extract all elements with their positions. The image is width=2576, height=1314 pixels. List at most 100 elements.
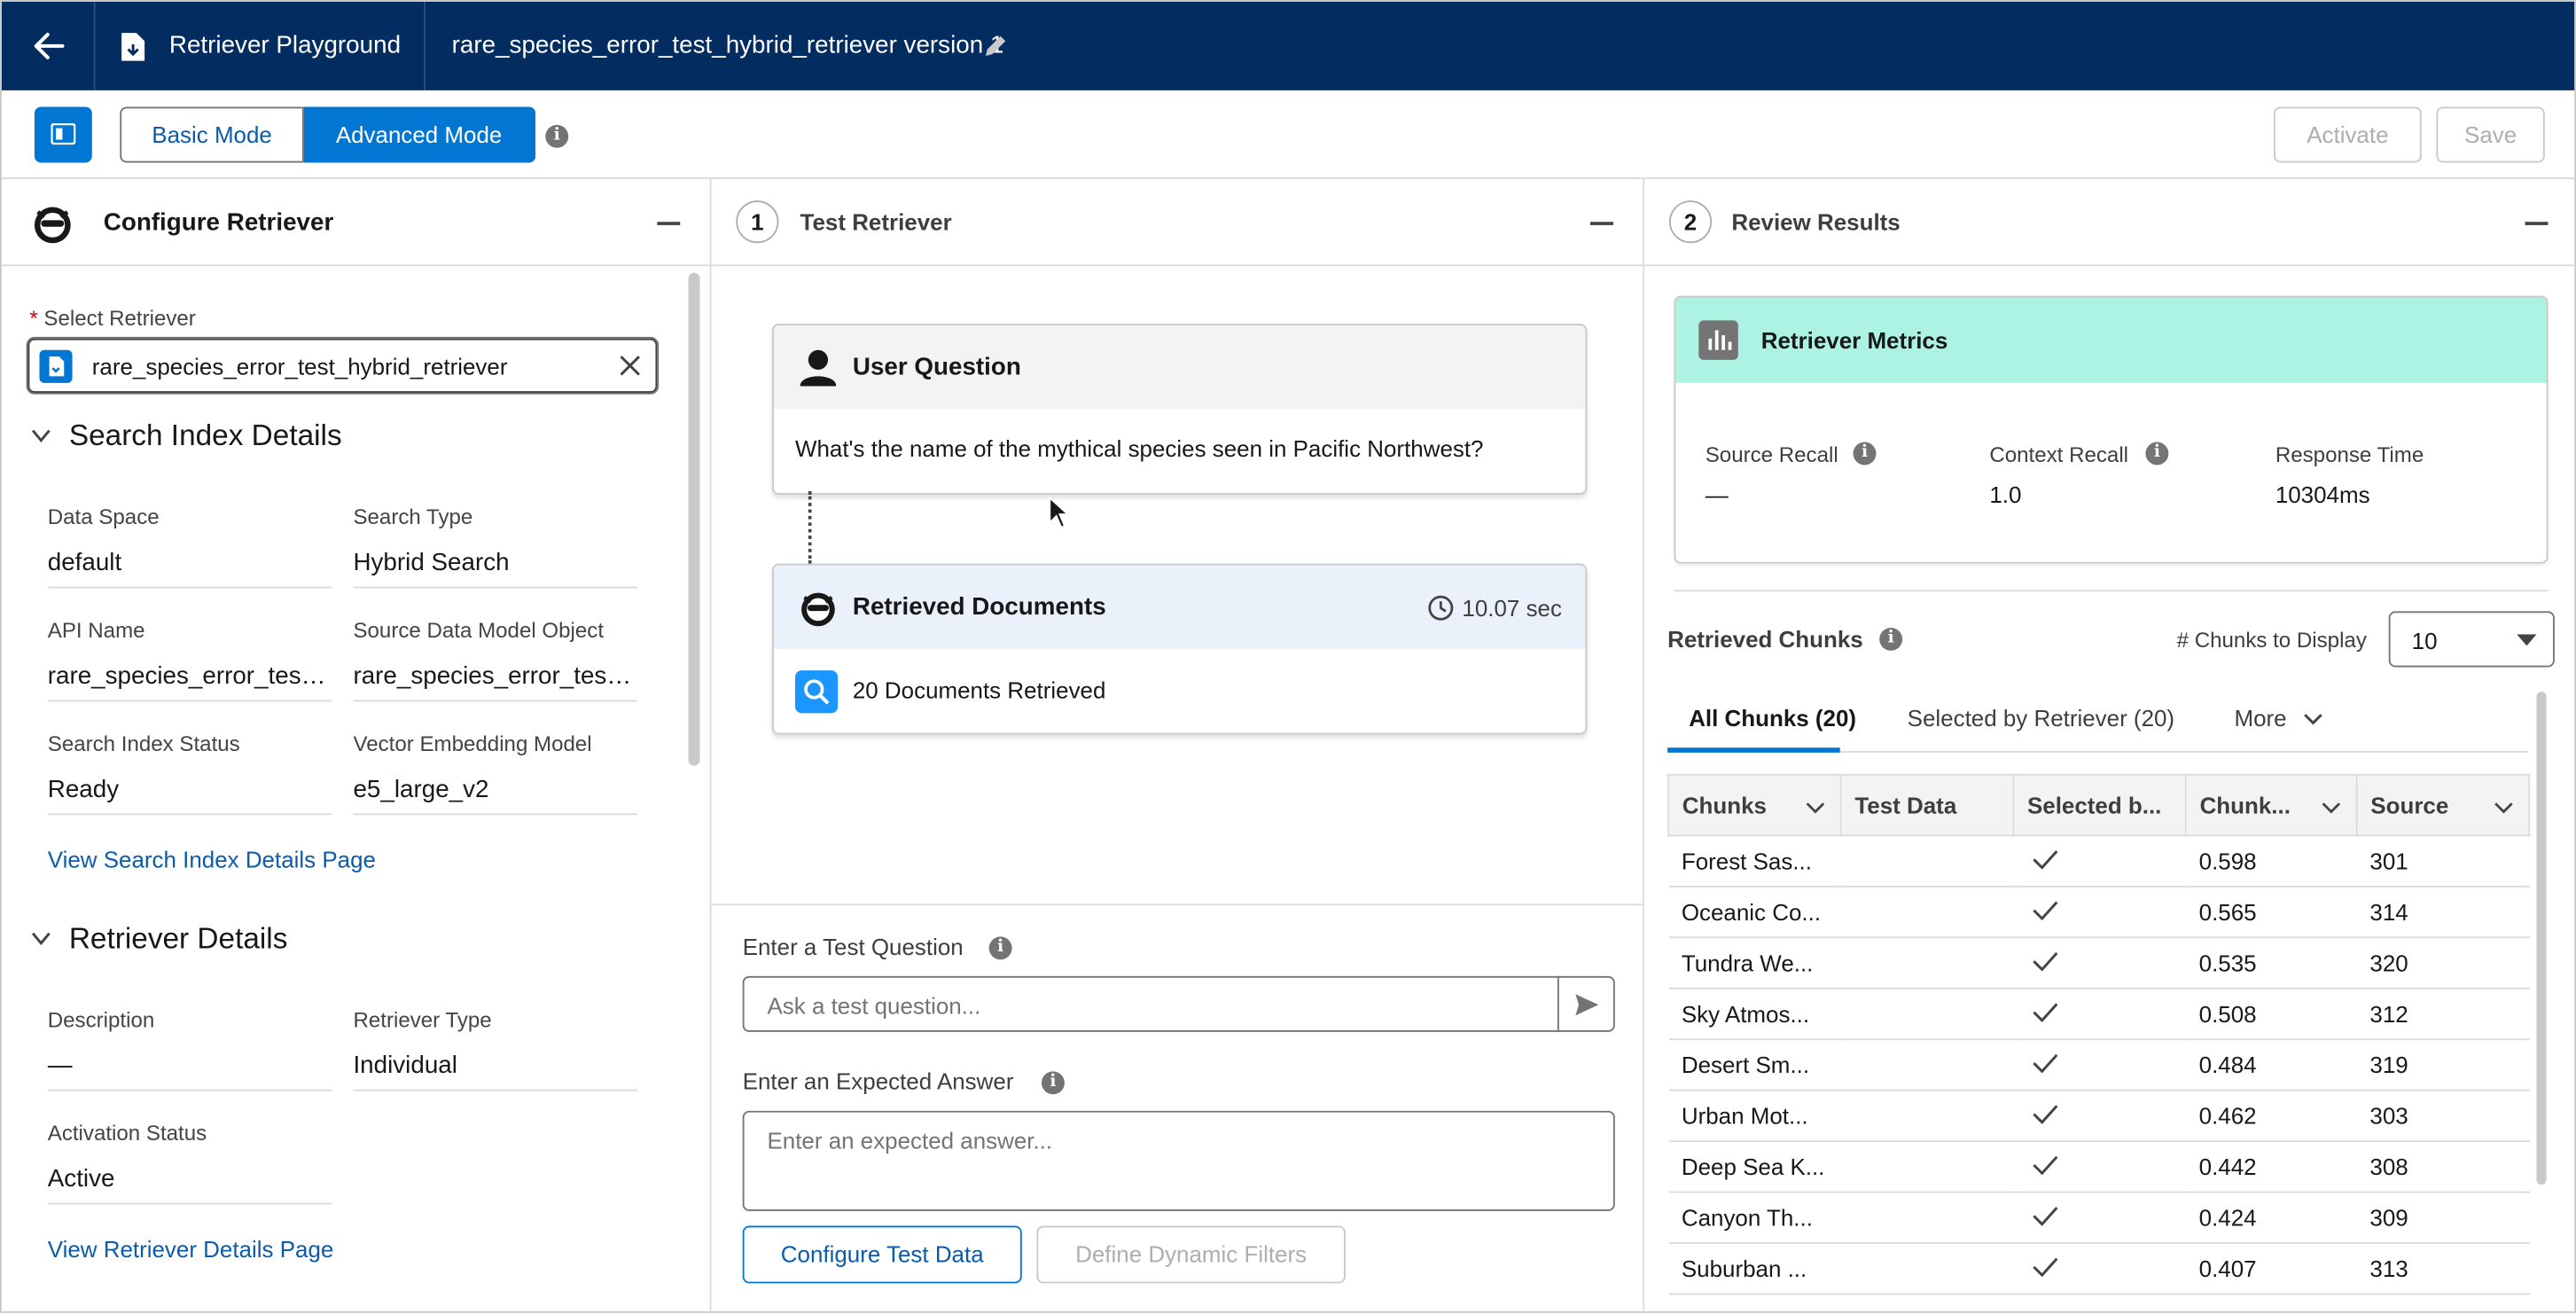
header-divider bbox=[93, 1, 96, 90]
collapse-icon[interactable] bbox=[1589, 222, 1613, 225]
configure-retriever-panel: Configure Retriever * Select Retriever r… bbox=[1, 179, 712, 1311]
table-row[interactable]: Suburban ... 0.407 313 bbox=[1668, 1243, 2530, 1295]
info-icon[interactable]: i bbox=[1853, 442, 1877, 465]
search-type-label: Search Type bbox=[353, 504, 473, 529]
data-space-value: default bbox=[47, 549, 332, 589]
info-icon[interactable]: i bbox=[545, 124, 569, 148]
chunk-score-cell: 0.424 bbox=[2185, 1192, 2357, 1244]
send-button[interactable] bbox=[1557, 975, 1615, 1032]
scrollbar-thumb[interactable] bbox=[2536, 692, 2547, 1185]
table-row[interactable]: Urban Mot... 0.462 303 bbox=[1668, 1090, 2530, 1143]
save-button[interactable]: Save bbox=[2436, 106, 2545, 163]
selected-cell bbox=[2013, 886, 2186, 939]
advanced-mode-button[interactable]: Advanced Mode bbox=[303, 106, 536, 163]
panel-title: Test Retriever bbox=[800, 208, 952, 236]
chunks-scrollbar[interactable] bbox=[2533, 689, 2550, 1311]
table-row[interactable]: Desert Sm... 0.484 319 bbox=[1668, 1039, 2530, 1091]
test-data-cell bbox=[1840, 886, 2014, 939]
retrieved-documents-card: Retrieved Documents 10.07 sec 20 Documen… bbox=[772, 563, 1588, 735]
selected-cell bbox=[2013, 1192, 2186, 1244]
table-row[interactable]: Deep Sea K... 0.442 308 bbox=[1668, 1141, 2530, 1193]
chevron-down-icon[interactable] bbox=[29, 927, 52, 950]
checkmark-icon bbox=[2032, 951, 2057, 972]
user-question-text: What's the name of the mythical species … bbox=[794, 435, 1484, 462]
chunks-display-select[interactable]: 10 bbox=[2388, 611, 2555, 668]
chunk-score-cell: 0.508 bbox=[2185, 988, 2357, 1041]
checkmark-icon bbox=[2032, 1053, 2057, 1074]
metrics-header: Retriever Metrics bbox=[1675, 297, 2547, 383]
api-name-label: API Name bbox=[47, 617, 145, 643]
card-connector bbox=[808, 491, 812, 564]
chevron-down-icon[interactable] bbox=[1806, 797, 1825, 817]
header-divider bbox=[424, 1, 426, 90]
chunk-score-cell: 0.535 bbox=[2185, 937, 2357, 989]
chevron-down-icon bbox=[2517, 634, 2537, 646]
configure-test-data-button[interactable]: Configure Test Data bbox=[742, 1225, 1022, 1284]
column-header-chunk-score[interactable]: Chunk... bbox=[2184, 773, 2358, 837]
column-header-test-data[interactable]: Test Data bbox=[1839, 773, 2015, 837]
mouse-cursor-icon bbox=[1049, 496, 1071, 529]
document-icon bbox=[121, 33, 145, 61]
test-question-input[interactable]: Ask a test question... bbox=[742, 975, 1561, 1032]
retriever-details-link[interactable]: View Retriever Details Page bbox=[48, 1236, 334, 1263]
basic-mode-button[interactable]: Basic Mode bbox=[120, 106, 304, 163]
chevron-down-icon[interactable] bbox=[29, 424, 52, 447]
info-icon[interactable]: i bbox=[988, 936, 1012, 960]
test-data-cell bbox=[1840, 835, 2014, 888]
column-header-source[interactable]: Source bbox=[2355, 773, 2531, 837]
step-number: 1 bbox=[736, 200, 779, 244]
table-row[interactable]: Canyon Th... 0.424 309 bbox=[1668, 1192, 2530, 1244]
chunks-display-label: # Chunks to Display bbox=[2176, 627, 2367, 653]
close-icon[interactable] bbox=[620, 355, 641, 376]
index-status-label: Search Index Status bbox=[47, 731, 240, 756]
source-dmo-value: rare_species_error_test_chunk bbox=[353, 662, 638, 702]
review-results-panel: 2 Review Results Retriever Metrics Sourc… bbox=[1644, 179, 2575, 1311]
tab-selected-by-retriever[interactable]: Selected by Retriever (20) bbox=[1908, 705, 2174, 731]
collapse-icon[interactable] bbox=[2525, 222, 2549, 225]
tab-all-chunks[interactable]: All Chunks (20) bbox=[1689, 705, 1856, 731]
response-time-label: Response Time bbox=[2275, 442, 2424, 467]
search-index-section-title[interactable]: Search Index Details bbox=[69, 419, 342, 454]
chevron-down-icon[interactable] bbox=[2494, 797, 2513, 817]
table-row[interactable]: Forest Sas... 0.598 301 bbox=[1668, 835, 2530, 888]
table-row[interactable]: Tundra We... 0.535 320 bbox=[1668, 937, 2530, 989]
user-icon bbox=[800, 349, 837, 387]
activation-status-value: Active bbox=[47, 1165, 332, 1205]
retrieved-chunks-title: Retrieved Chunks bbox=[1667, 626, 1863, 653]
define-dynamic-filters-button[interactable]: Define Dynamic Filters bbox=[1036, 1225, 1346, 1284]
retriever-lookup[interactable]: rare_species_error_test_hybrid_retriever bbox=[27, 338, 658, 393]
info-icon[interactable]: i bbox=[1879, 627, 1903, 651]
select-retriever-label: * Select Retriever bbox=[29, 305, 196, 331]
activate-button[interactable]: Activate bbox=[2273, 106, 2422, 163]
scrollbar-thumb[interactable] bbox=[688, 272, 700, 766]
checkmark-icon bbox=[2032, 1207, 2057, 1226]
test-data-cell bbox=[1840, 1090, 2014, 1143]
panel-toggle-button[interactable] bbox=[34, 106, 92, 163]
activation-status-label: Activation Status bbox=[47, 1120, 207, 1146]
chevron-down-icon[interactable] bbox=[2322, 797, 2341, 817]
test-data-cell bbox=[1840, 1192, 2014, 1244]
source-cell: 301 bbox=[2356, 835, 2530, 888]
table-row[interactable]: Sky Atmos... 0.508 312 bbox=[1668, 988, 2530, 1041]
column-header-selected-by[interactable]: Selected b... bbox=[2012, 773, 2187, 837]
info-icon[interactable]: i bbox=[2145, 442, 2169, 465]
info-icon[interactable]: i bbox=[1041, 1071, 1065, 1095]
panel-title: Review Results bbox=[1731, 208, 1901, 236]
search-index-details-link[interactable]: View Search Index Details Page bbox=[48, 846, 376, 872]
selected-cell bbox=[2013, 937, 2186, 989]
test-data-cell bbox=[1840, 937, 2014, 989]
table-row[interactable]: Oceanic Co... 0.565 314 bbox=[1668, 886, 2530, 939]
expected-answer-textarea[interactable]: Enter an expected answer... bbox=[742, 1110, 1615, 1211]
retriever-details-section-title[interactable]: Retriever Details bbox=[69, 922, 288, 957]
back-arrow-icon[interactable] bbox=[31, 28, 67, 65]
chunk-score-cell: 0.442 bbox=[2185, 1141, 2357, 1193]
source-cell: 308 bbox=[2356, 1141, 2530, 1193]
source-cell: 314 bbox=[2356, 886, 2530, 939]
column-header-chunks[interactable]: Chunks bbox=[1667, 773, 1842, 837]
left-scrollbar[interactable] bbox=[685, 270, 702, 1311]
tab-more[interactable]: More bbox=[2234, 705, 2322, 731]
selected-cell bbox=[2013, 835, 2186, 888]
edit-pencil-icon[interactable] bbox=[982, 33, 1009, 59]
collapse-icon[interactable] bbox=[657, 222, 681, 225]
chunks-tabs: All Chunks (20) Selected by Retriever (2… bbox=[1667, 689, 2529, 753]
